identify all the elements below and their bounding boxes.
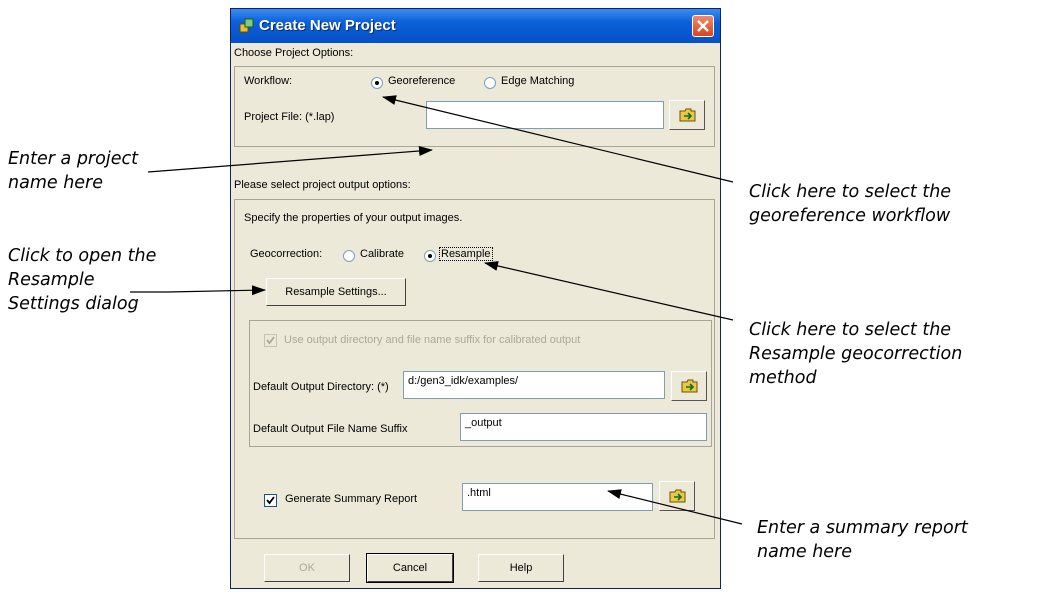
project-name-arrow (147, 146, 433, 173)
resample-method-arrow (484, 261, 734, 321)
summary-report-arrow (607, 489, 743, 525)
callout-arrows (130, 95, 743, 525)
resample-settings-arrow-shaft (167, 285, 266, 296)
georeference-arrow (382, 95, 734, 183)
